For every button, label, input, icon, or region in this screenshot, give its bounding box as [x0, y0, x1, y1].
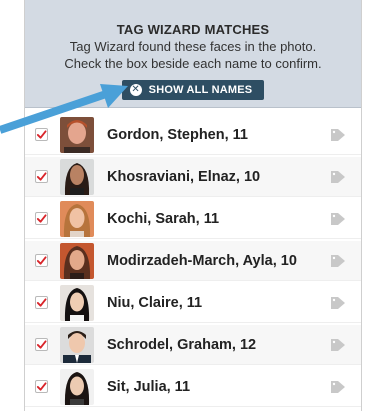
match-name: Khosraviani, Elnaz, 10	[107, 168, 261, 185]
checkmark-icon	[36, 130, 47, 139]
tag-icon[interactable]	[331, 381, 345, 393]
avatar	[60, 158, 94, 195]
tag-icon[interactable]	[331, 297, 345, 309]
list-item[interactable]: Khosraviani, Elnaz, 10	[25, 157, 361, 197]
tag-icon[interactable]	[331, 339, 345, 351]
match-name: Gordon, Stephen, 11	[107, 126, 248, 143]
match-name: Niu, Claire, 11	[107, 294, 203, 311]
tag-icon[interactable]	[331, 171, 345, 183]
show-all-names-button[interactable]: ✕ SHOW ALL NAMES	[121, 80, 265, 100]
checkmark-icon	[36, 340, 47, 349]
list-item[interactable]: Schrodel, Graham, 12	[25, 325, 361, 365]
match-checkbox[interactable]	[35, 254, 48, 267]
match-name: Kochi, Sarah, 11	[107, 210, 220, 227]
tag-wizard-header: TAG WIZARD MATCHES Tag Wizard found thes…	[25, 0, 361, 108]
description-line-2: Check the box beside each name to confir…	[64, 56, 322, 71]
match-checkbox[interactable]	[35, 296, 48, 309]
match-name: Schrodel, Graham, 12	[107, 336, 257, 353]
checkmark-icon	[36, 256, 47, 265]
match-checkbox[interactable]	[35, 338, 48, 351]
checkmark-icon	[36, 172, 47, 181]
list-item[interactable]: Gordon, Stephen, 11	[25, 115, 361, 155]
close-circle-icon: ✕	[129, 84, 142, 96]
avatar	[60, 242, 94, 279]
tag-wizard-panel: TAG WIZARD MATCHES Tag Wizard found thes…	[24, 0, 362, 411]
match-name: Modirzadeh-March, Ayla, 10	[107, 252, 297, 269]
description-line-1: Tag Wizard found these faces in the phot…	[69, 39, 317, 54]
match-name: Sit, Julia, 11	[107, 378, 191, 395]
panel-title: TAG WIZARD MATCHES	[116, 22, 270, 37]
matches-list: Gordon, Stephen, 11 Khosraviani, Elnaz, …	[25, 115, 361, 407]
match-checkbox[interactable]	[35, 380, 48, 393]
avatar	[60, 284, 94, 321]
match-checkbox[interactable]	[35, 128, 48, 141]
avatar	[60, 116, 94, 153]
list-item[interactable]: Sit, Julia, 11	[25, 367, 361, 407]
tag-icon[interactable]	[331, 255, 345, 267]
tag-icon[interactable]	[331, 129, 345, 141]
list-item[interactable]: Niu, Claire, 11	[25, 283, 361, 323]
checkmark-icon	[36, 214, 47, 223]
match-checkbox[interactable]	[35, 212, 48, 225]
avatar	[60, 368, 94, 405]
list-item[interactable]: Modirzadeh-March, Ayla, 10	[25, 241, 361, 281]
avatar	[60, 200, 94, 237]
checkmark-icon	[36, 382, 47, 391]
tag-icon[interactable]	[331, 213, 345, 225]
list-item[interactable]: Kochi, Sarah, 11	[25, 199, 361, 239]
match-checkbox[interactable]	[35, 170, 48, 183]
avatar	[60, 326, 94, 363]
show-all-names-label: SHOW ALL NAMES	[148, 84, 253, 96]
checkmark-icon	[36, 298, 47, 307]
